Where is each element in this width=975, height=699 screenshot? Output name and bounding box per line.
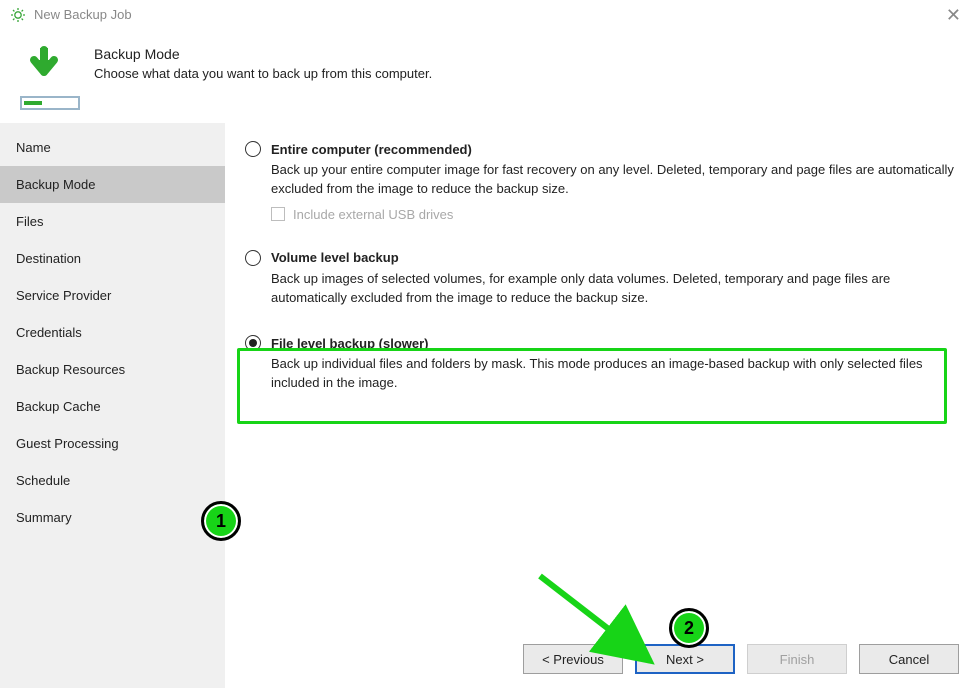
sidebar-item-files[interactable]: Files (0, 203, 225, 240)
wizard-footer: < Previous Next > Finish Cancel (523, 644, 959, 674)
sidebar-item-summary[interactable]: Summary (0, 499, 225, 536)
option-entire-computer: Entire computer (recommended) Back up yo… (245, 141, 959, 222)
option-file-title: File level backup (slower) (271, 336, 429, 351)
window-title: New Backup Job (34, 7, 132, 22)
option-volume-title: Volume level backup (271, 250, 399, 265)
cancel-button[interactable]: Cancel (859, 644, 959, 674)
app-gear-icon (10, 7, 26, 23)
page-subtitle: Choose what data you want to back up fro… (94, 66, 432, 81)
checkbox-box-icon (271, 207, 285, 221)
sidebar-item-backup-resources[interactable]: Backup Resources (0, 351, 225, 388)
wizard-header: Backup Mode Choose what data you want to… (0, 30, 975, 122)
previous-button[interactable]: < Previous (523, 644, 623, 674)
wizard-body: Name Backup Mode Files Destination Servi… (0, 122, 975, 688)
option-file-desc: Back up individual files and folders by … (271, 355, 959, 393)
radio-entire-computer[interactable] (245, 141, 261, 157)
radio-file-level[interactable] (245, 335, 261, 351)
option-entire-title: Entire computer (recommended) (271, 142, 472, 157)
close-icon[interactable]: ✕ (942, 6, 965, 24)
sidebar-item-backup-mode[interactable]: Backup Mode (0, 166, 225, 203)
options-panel: Entire computer (recommended) Back up yo… (225, 123, 975, 688)
progress-bar-icon (20, 96, 80, 110)
wizard-steps-sidebar: Name Backup Mode Files Destination Servi… (0, 123, 225, 688)
sidebar-item-name[interactable]: Name (0, 129, 225, 166)
titlebar: New Backup Job ✕ (0, 0, 975, 30)
radio-volume-level[interactable] (245, 250, 261, 266)
sidebar-item-backup-cache[interactable]: Backup Cache (0, 388, 225, 425)
checkbox-include-usb: Include external USB drives (271, 207, 959, 222)
option-volume-level: Volume level backup Back up images of se… (245, 250, 959, 308)
finish-button: Finish (747, 644, 847, 674)
option-file-level: File level backup (slower) Back up indiv… (245, 335, 959, 393)
sidebar-item-schedule[interactable]: Schedule (0, 462, 225, 499)
page-title: Backup Mode (94, 46, 432, 62)
sidebar-item-guest-processing[interactable]: Guest Processing (0, 425, 225, 462)
option-volume-desc: Back up images of selected volumes, for … (271, 270, 959, 308)
checkbox-include-usb-label: Include external USB drives (293, 207, 453, 222)
sidebar-item-service-provider[interactable]: Service Provider (0, 277, 225, 314)
option-entire-desc: Back up your entire computer image for f… (271, 161, 959, 199)
sidebar-item-credentials[interactable]: Credentials (0, 314, 225, 351)
next-button[interactable]: Next > (635, 644, 735, 674)
sidebar-item-destination[interactable]: Destination (0, 240, 225, 277)
backup-arrow-icon (20, 46, 80, 110)
